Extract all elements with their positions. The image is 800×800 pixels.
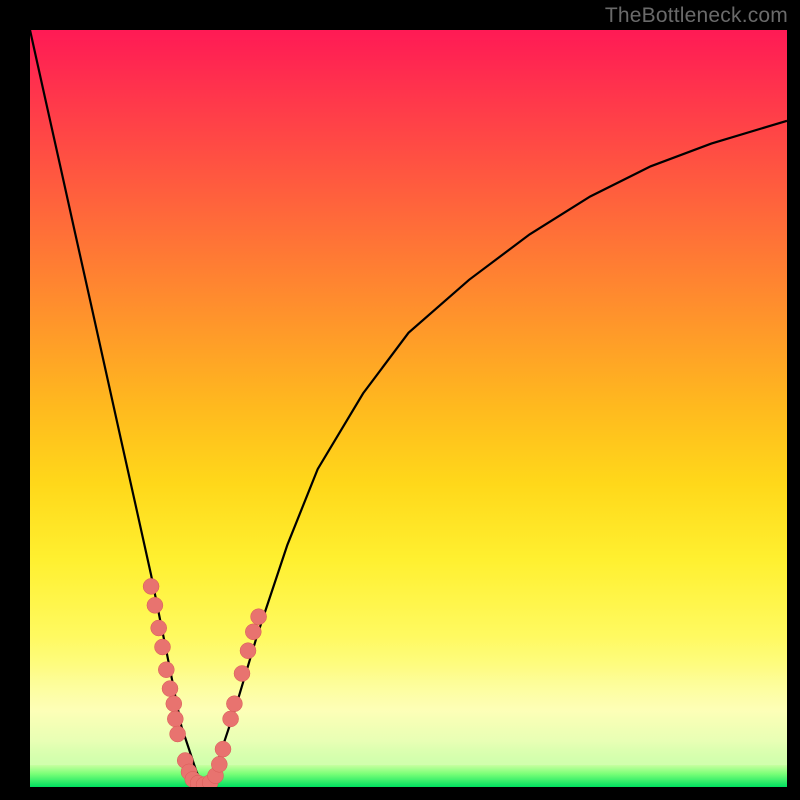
data-point xyxy=(234,666,250,682)
data-point xyxy=(226,696,242,712)
data-point xyxy=(166,696,182,712)
curves-layer xyxy=(30,30,787,787)
data-point xyxy=(240,643,256,659)
data-point xyxy=(155,639,171,655)
data-point xyxy=(147,597,163,613)
left-curve xyxy=(30,30,204,787)
plot-area xyxy=(30,30,787,787)
data-point xyxy=(151,620,167,636)
chart-frame: TheBottleneck.com xyxy=(0,0,800,800)
data-point xyxy=(223,711,239,727)
data-point xyxy=(251,609,267,625)
watermark-text: TheBottleneck.com xyxy=(605,4,788,28)
data-point xyxy=(245,624,261,640)
data-point xyxy=(167,711,183,727)
data-point xyxy=(143,578,159,594)
data-point xyxy=(215,741,231,757)
data-points xyxy=(143,578,267,787)
data-point xyxy=(162,681,178,697)
right-curve xyxy=(204,121,787,787)
data-point xyxy=(211,756,227,772)
data-point xyxy=(170,726,186,742)
data-point xyxy=(158,662,174,678)
